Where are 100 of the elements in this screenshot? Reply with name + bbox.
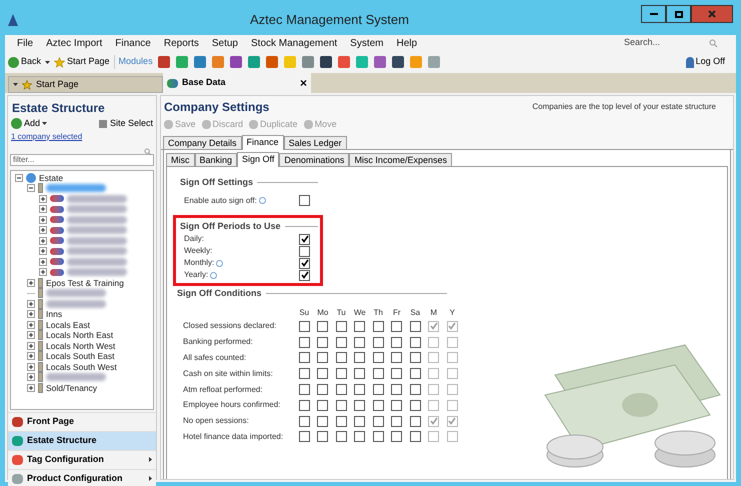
checkbox[interactable] xyxy=(410,431,421,442)
minimize-button[interactable] xyxy=(641,5,666,23)
checkbox[interactable] xyxy=(317,400,328,411)
checkbox[interactable] xyxy=(317,352,328,364)
module-icon[interactable] xyxy=(158,56,170,68)
expander[interactable] xyxy=(27,300,35,308)
expander[interactable] xyxy=(39,236,47,245)
checkbox[interactable] xyxy=(336,384,347,396)
checkbox[interactable] xyxy=(298,368,310,380)
checkbox[interactable] xyxy=(317,368,328,380)
expander[interactable] xyxy=(15,174,23,182)
checkbox[interactable] xyxy=(410,400,421,411)
expander[interactable] xyxy=(27,342,35,350)
checkbox[interactable] xyxy=(372,320,384,332)
checkbox[interactable] xyxy=(299,234,310,244)
checkbox[interactable] xyxy=(428,384,440,396)
checkbox[interactable] xyxy=(410,368,421,380)
selection-link[interactable]: 1 company selected xyxy=(8,130,156,142)
checkbox[interactable] xyxy=(446,320,458,332)
checkbox[interactable] xyxy=(336,416,347,427)
tree-item[interactable]: Locals North East xyxy=(46,330,114,340)
checkbox[interactable] xyxy=(391,431,402,442)
menu-item[interactable]: Stock Management xyxy=(251,36,338,50)
checkbox[interactable] xyxy=(446,431,458,442)
tree-item[interactable]: Inns xyxy=(46,309,62,320)
expander[interactable] xyxy=(27,331,35,340)
checkbox[interactable] xyxy=(354,320,366,332)
checkbox[interactable] xyxy=(391,416,402,427)
expander[interactable] xyxy=(39,258,47,266)
menu-item[interactable]: Reports xyxy=(164,36,199,50)
checkbox[interactable] xyxy=(391,320,402,332)
maximize-button[interactable] xyxy=(666,5,691,23)
add-button[interactable]: Add xyxy=(11,117,48,130)
checkbox[interactable] xyxy=(428,320,440,332)
document-tab[interactable]: Start Page xyxy=(8,76,163,93)
start-page-button[interactable]: Start Page xyxy=(54,55,110,69)
checkbox[interactable] xyxy=(299,270,310,280)
checkbox[interactable] xyxy=(391,384,402,396)
caret-icon[interactable] xyxy=(13,83,18,86)
checkbox[interactable] xyxy=(372,336,384,348)
checkbox[interactable] xyxy=(336,320,347,332)
checkbox[interactable] xyxy=(298,384,310,396)
tree-item[interactable]: Locals East xyxy=(46,320,90,330)
settings-tab[interactable]: Sales Ledger xyxy=(284,136,347,149)
checkbox[interactable] xyxy=(372,352,384,364)
tree-item[interactable]: Epos Test & Training xyxy=(46,278,124,288)
checkbox[interactable] xyxy=(336,431,347,442)
checkbox[interactable] xyxy=(317,320,328,332)
tab-close-button[interactable]: × xyxy=(300,74,307,92)
expander[interactable] xyxy=(39,205,47,214)
menu-item[interactable]: System xyxy=(350,36,384,50)
sign-off-subtab[interactable]: Denominations xyxy=(279,153,350,166)
tree-item[interactable]: Locals South East xyxy=(46,351,115,362)
expander[interactable] xyxy=(39,268,47,276)
sign-off-subtab[interactable]: Misc Income/Expenses xyxy=(349,153,452,166)
site-select-button[interactable]: Site Select xyxy=(98,117,153,130)
checkbox[interactable] xyxy=(428,431,440,442)
expander[interactable] xyxy=(27,362,35,371)
checkbox[interactable] xyxy=(428,416,440,427)
checkbox[interactable] xyxy=(446,352,458,364)
search-field[interactable]: Search... xyxy=(624,36,709,50)
tree-item[interactable]: Locals North West xyxy=(46,340,116,351)
checkbox[interactable] xyxy=(298,352,310,364)
checkbox[interactable] xyxy=(410,416,421,427)
checkbox[interactable] xyxy=(354,368,366,380)
nav-item[interactable]: Product Configuration xyxy=(8,468,156,486)
checkbox[interactable] xyxy=(446,384,458,396)
expander[interactable] xyxy=(27,384,35,392)
expander[interactable] xyxy=(39,194,47,203)
checkbox[interactable] xyxy=(317,336,328,348)
checkbox[interactable] xyxy=(372,384,384,396)
module-icon[interactable] xyxy=(320,56,332,68)
expander[interactable] xyxy=(27,310,35,318)
log-off-button[interactable]: Log Off xyxy=(686,55,725,69)
expander[interactable] xyxy=(27,278,35,287)
expander[interactable] xyxy=(39,216,47,224)
back-button[interactable]: Back xyxy=(8,55,42,69)
document-tab[interactable]: Base Data × xyxy=(163,73,311,93)
checkbox[interactable] xyxy=(391,400,402,411)
checkbox[interactable] xyxy=(391,336,402,348)
checkbox[interactable] xyxy=(298,320,310,332)
checkbox[interactable] xyxy=(336,400,347,411)
checkbox[interactable] xyxy=(446,336,458,348)
menu-item[interactable]: Aztec Import xyxy=(46,36,102,50)
tree-item[interactable]: Estate xyxy=(39,172,64,183)
checkbox[interactable] xyxy=(446,400,458,411)
checkbox[interactable] xyxy=(410,320,421,332)
settings-tab[interactable]: Finance xyxy=(242,135,284,150)
checkbox[interactable] xyxy=(428,400,440,411)
checkbox[interactable] xyxy=(336,336,347,348)
tree-item[interactable]: Locals South West xyxy=(46,362,117,372)
nav-item[interactable]: Estate Structure xyxy=(8,430,156,450)
close-button[interactable] xyxy=(691,5,733,23)
checkbox[interactable] xyxy=(410,352,421,364)
checkbox[interactable] xyxy=(354,352,366,364)
sign-off-subtab[interactable]: Misc xyxy=(166,153,194,166)
caret-icon[interactable] xyxy=(45,60,50,64)
checkbox[interactable] xyxy=(446,416,458,427)
expander[interactable] xyxy=(27,352,35,360)
settings-tab[interactable]: Company Details xyxy=(163,136,242,149)
